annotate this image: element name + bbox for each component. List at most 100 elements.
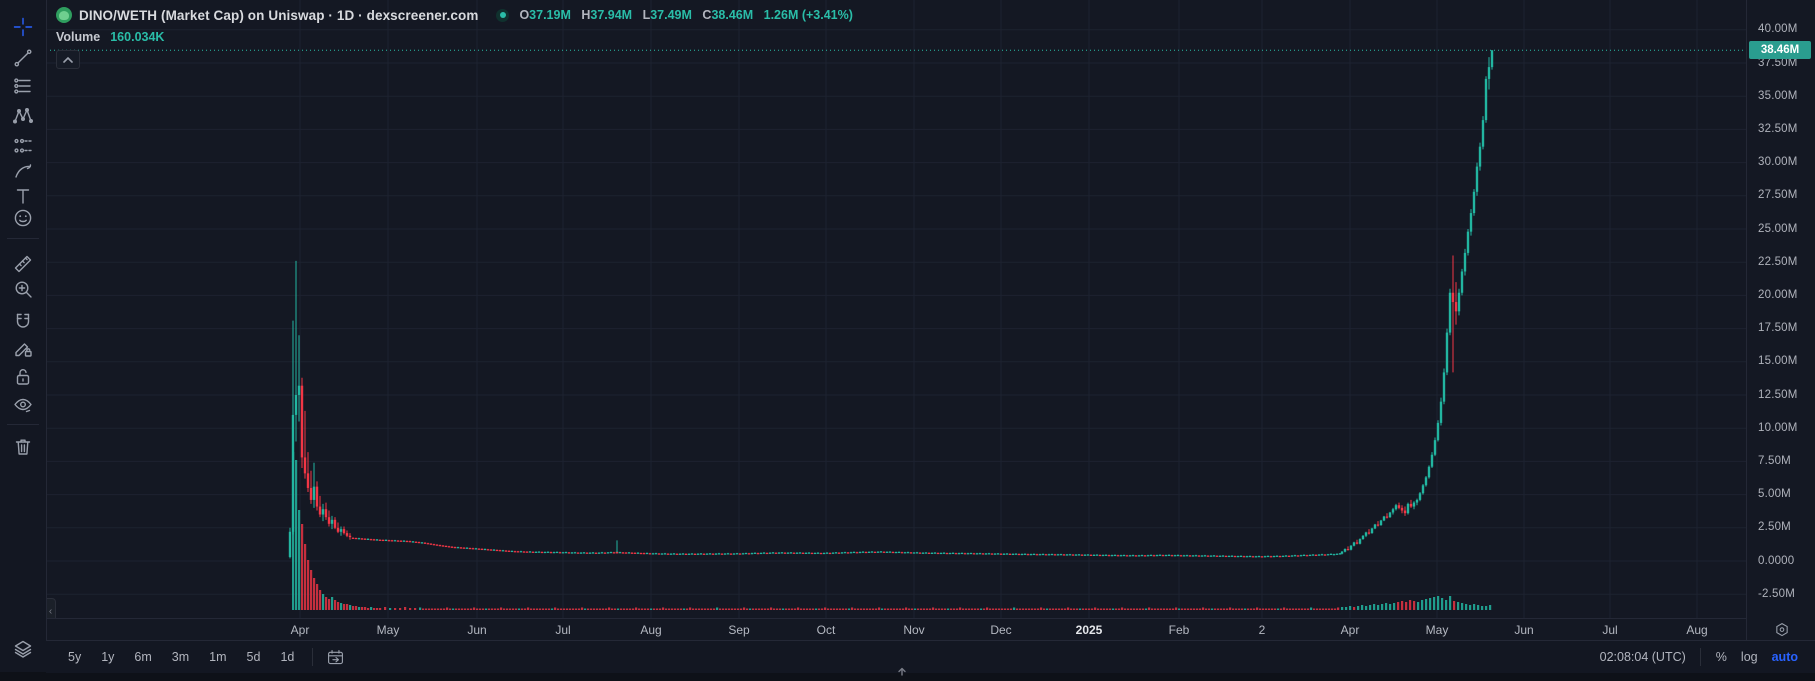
object-tree-icon	[12, 638, 34, 660]
ohlc-readout: O37.19M H37.94M L37.49M C38.46M 1.26M (+…	[519, 8, 852, 22]
time-tick: 2	[1259, 623, 1266, 637]
cursor-crosshair-icon	[12, 16, 34, 38]
toolbar-collapse-handle[interactable]: ‹	[46, 598, 56, 618]
volume-label: Volume	[56, 30, 100, 44]
range-button-5d[interactable]: 5d	[239, 647, 269, 667]
toolbar-divider	[7, 424, 39, 425]
zoom-in-icon	[12, 278, 34, 300]
low-value: 37.49M	[650, 8, 692, 22]
cursor-crosshair-button[interactable]	[8, 12, 38, 42]
range-button-6m[interactable]: 6m	[126, 647, 159, 667]
calendar-go-to-date-icon	[326, 648, 345, 667]
range-button-1m[interactable]: 1m	[201, 647, 234, 667]
gear-icon	[1773, 621, 1791, 639]
go-to-date-button[interactable]	[321, 646, 349, 668]
magnet-icon	[12, 311, 34, 333]
price-tick: 25.00M	[1758, 223, 1798, 235]
emoji-button[interactable]	[8, 203, 38, 233]
range-button-3m[interactable]: 3m	[164, 647, 197, 667]
time-tick: Nov	[903, 623, 924, 637]
hide-drawings-button[interactable]	[8, 390, 38, 420]
high-value: 37.94M	[590, 8, 632, 22]
range-button-5y[interactable]: 5y	[60, 647, 89, 667]
ruler-icon	[12, 253, 34, 275]
zoom-in-button[interactable]	[8, 274, 38, 304]
time-axis[interactable]: AprMayJunJulAugSepOctNovDec2025Feb2AprMa…	[46, 618, 1746, 641]
price-tick: 30.00M	[1758, 156, 1798, 168]
trend-line-icon	[12, 47, 34, 69]
price-tick: 27.50M	[1758, 189, 1798, 201]
range-button-1d[interactable]: 1d	[272, 647, 302, 667]
legend-collapse-button[interactable]	[56, 50, 80, 69]
price-tick: 40.00M	[1758, 23, 1798, 35]
brush-icon	[12, 160, 34, 182]
percent-scale-button[interactable]: %	[1709, 647, 1734, 667]
trend-line-button[interactable]	[8, 43, 38, 73]
fib-retracement-button[interactable]	[8, 71, 38, 101]
price-tick: 2.50M	[1758, 521, 1791, 533]
close-value: 38.46M	[711, 8, 753, 22]
magnet-button[interactable]	[8, 307, 38, 337]
pair-logo	[56, 7, 72, 23]
chevron-up-icon	[63, 57, 73, 63]
lock-all-icon	[12, 366, 34, 388]
time-tick: Apr	[1341, 623, 1360, 637]
chart-legend: DINO/WETH (Market Cap) on Uniswap · 1D ·…	[56, 5, 853, 69]
change-value: 1.26M (+3.41%)	[764, 8, 853, 22]
price-tick: 35.00M	[1758, 90, 1798, 102]
time-tick: Jun	[467, 623, 486, 637]
xabcd-pattern-icon	[12, 105, 34, 127]
log-scale-button[interactable]: log	[1734, 647, 1765, 667]
time-tick: Oct	[817, 623, 836, 637]
drawing-lock-button[interactable]	[8, 334, 38, 364]
time-tick: Aug	[1686, 623, 1707, 637]
time-tick: Sep	[728, 623, 749, 637]
fib-retracement-icon	[12, 75, 34, 97]
time-tick: Jul	[555, 623, 570, 637]
price-tick: 42.50M	[1758, 0, 1798, 2]
price-tick: 12.50M	[1758, 389, 1798, 401]
price-tick: 22.50M	[1758, 256, 1798, 268]
price-tick: 17.50M	[1758, 322, 1798, 334]
xabcd-pattern-button[interactable]	[8, 101, 38, 131]
bottom-toolbar: 5y1y6m3m1m5d1d 02:08:04 (UTC) % log auto	[46, 640, 1815, 673]
range-button-1y[interactable]: 1y	[93, 647, 122, 667]
lock-all-button[interactable]	[8, 362, 38, 392]
candlestick-canvas[interactable]	[46, 0, 1746, 618]
time-tick: Dec	[990, 623, 1011, 637]
clock-display[interactable]: 02:08:04 (UTC)	[1594, 647, 1692, 667]
drawing-lock-icon	[12, 338, 34, 360]
toolbar-divider	[7, 238, 39, 239]
price-axis[interactable]: 38.46M 42.50M40.00M37.50M35.00M32.50M30.…	[1746, 0, 1815, 640]
range-buttons: 5y1y6m3m1m5d1d	[58, 647, 304, 667]
last-price-badge: 38.46M	[1749, 41, 1811, 59]
chart-plot-area[interactable]: DINO/WETH (Market Cap) on Uniswap · 1D ·…	[46, 0, 1746, 618]
remove-drawings-icon	[12, 436, 34, 458]
object-tree-button[interactable]	[8, 634, 38, 664]
divider	[312, 648, 313, 666]
price-tick: 20.00M	[1758, 289, 1798, 301]
divider	[1700, 648, 1701, 666]
time-tick: Jun	[1514, 623, 1533, 637]
time-tick: Feb	[1169, 623, 1190, 637]
price-tick: 7.50M	[1758, 455, 1791, 467]
emoji-icon	[12, 207, 34, 229]
axis-settings-button[interactable]	[1773, 621, 1791, 639]
time-tick: 2025	[1076, 623, 1103, 637]
remove-drawings-button[interactable]	[8, 432, 38, 462]
bottom-right-controls: 02:08:04 (UTC) % log auto	[1594, 647, 1805, 667]
volume-value: 160.034K	[110, 30, 164, 44]
time-tick: Jul	[1602, 623, 1617, 637]
time-tick: May	[1426, 623, 1449, 637]
chart-app: DINO/WETH (Market Cap) on Uniswap · 1D ·…	[0, 0, 1815, 672]
hide-drawings-icon	[12, 394, 34, 416]
price-tick: 32.50M	[1758, 123, 1798, 135]
auto-scale-button[interactable]: auto	[1765, 647, 1805, 667]
open-label: O	[519, 8, 529, 22]
time-tick: Apr	[291, 623, 310, 637]
price-tick: 5.00M	[1758, 488, 1791, 500]
forecast-icon	[12, 135, 34, 157]
status-dot-icon	[496, 9, 509, 22]
pair-title[interactable]: DINO/WETH (Market Cap) on Uniswap · 1D ·…	[79, 8, 478, 23]
price-tick: 15.00M	[1758, 355, 1798, 367]
